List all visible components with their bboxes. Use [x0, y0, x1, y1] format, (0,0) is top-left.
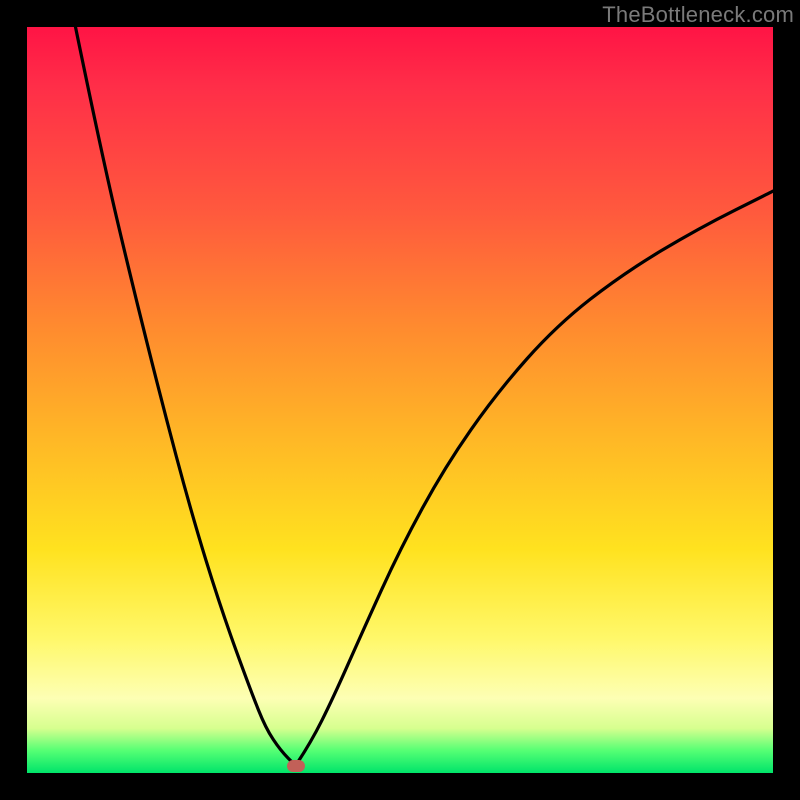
bottleneck-curve	[27, 27, 773, 773]
chart-frame: TheBottleneck.com	[0, 0, 800, 800]
watermark-text: TheBottleneck.com	[602, 2, 794, 28]
optimal-point-marker	[287, 760, 305, 772]
plot-area	[27, 27, 773, 773]
